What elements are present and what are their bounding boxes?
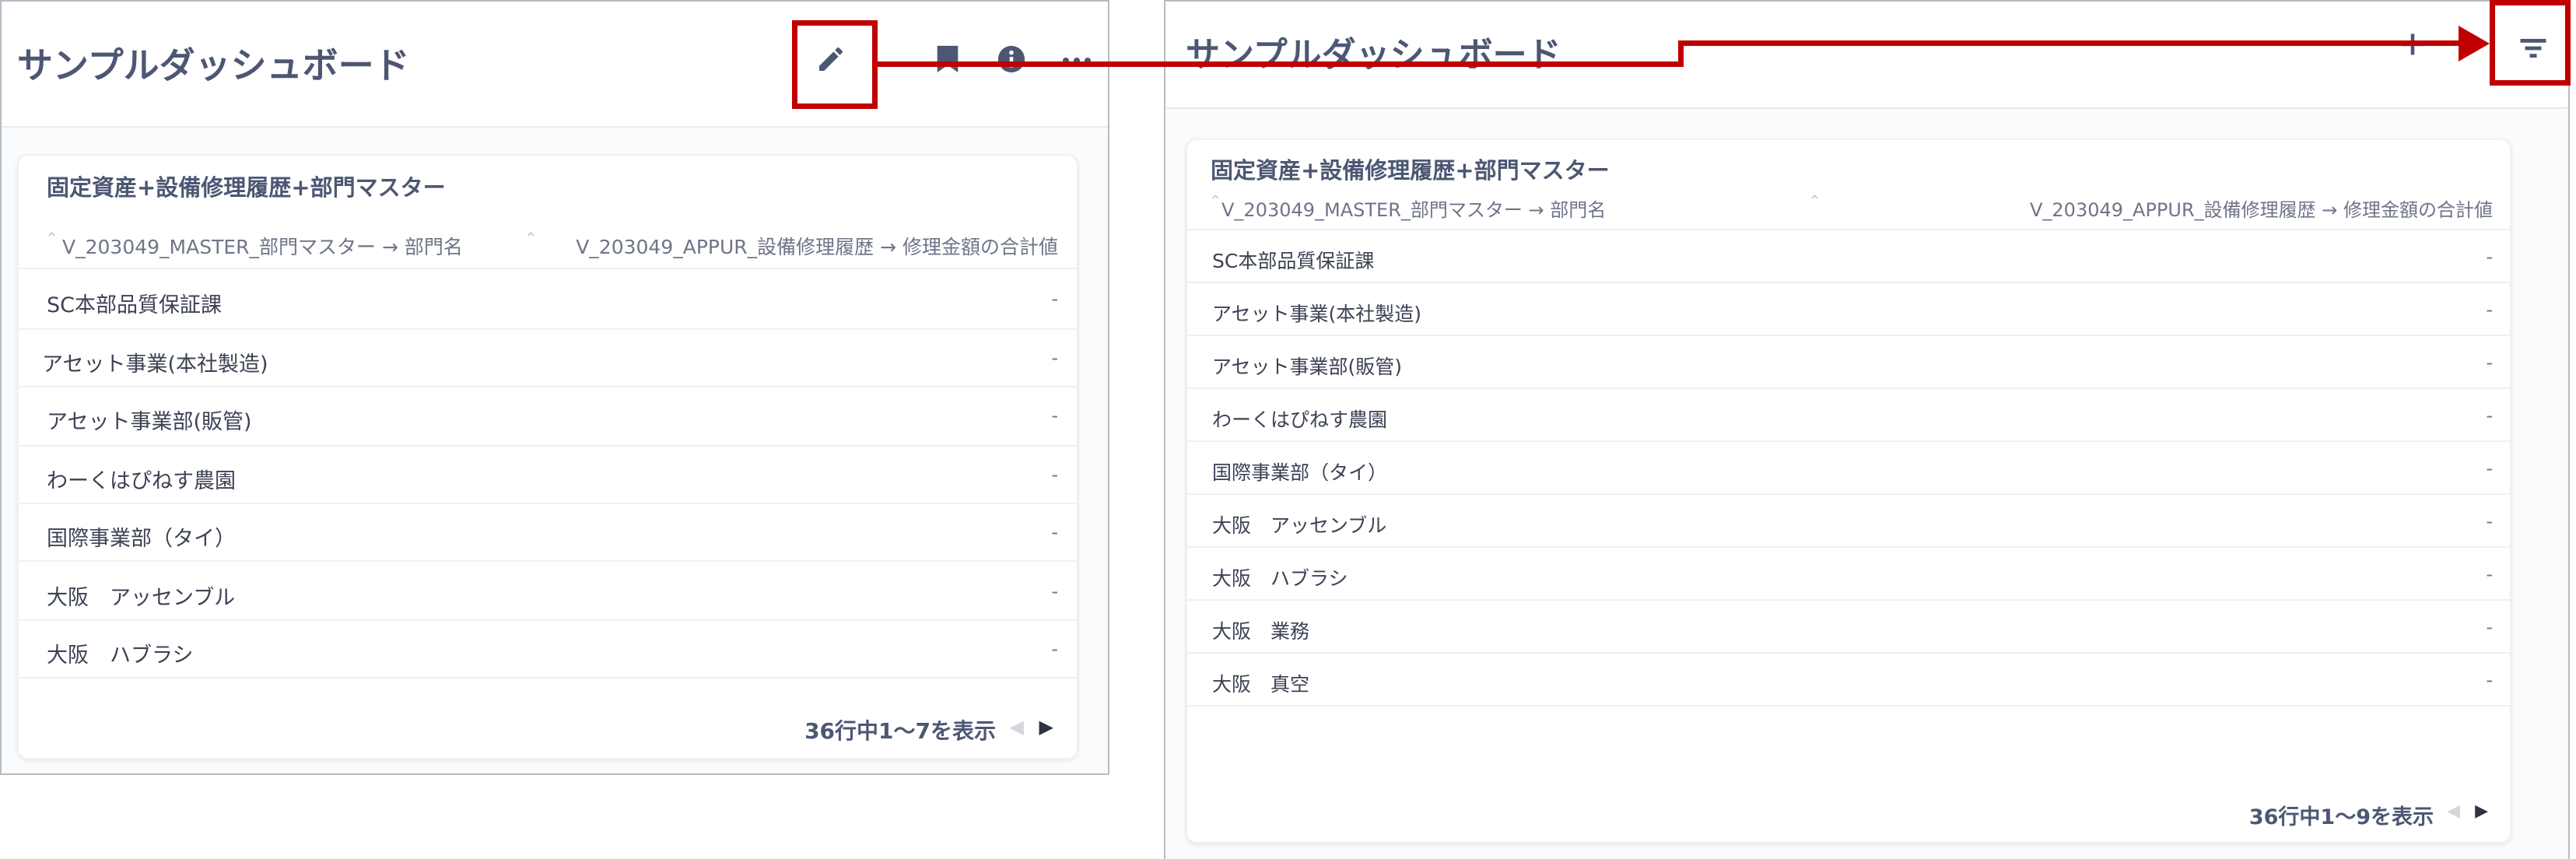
sort-chevron-icon[interactable]: ⌃ (1808, 191, 1821, 210)
row-label: アセット事業部(販管) (47, 410, 252, 434)
row-value: - (2486, 510, 2493, 532)
highlight-box-filter (2490, 0, 2571, 86)
next-page-icon[interactable]: ▶ (1039, 716, 1053, 738)
row-value: - (2486, 563, 2493, 585)
column-header-department[interactable]: V_203049_MASTER_部門マスター → 部門名 (62, 232, 463, 260)
arrow-head-icon (2459, 26, 2490, 61)
row-value: - (2486, 246, 2493, 268)
row-value: - (1051, 288, 1058, 310)
divider (1187, 493, 2510, 495)
divider (19, 386, 1077, 387)
divider (1187, 282, 2510, 283)
divider (1187, 599, 2510, 601)
row-label: 大阪 アッセンブル (1212, 514, 1387, 537)
divider (1187, 652, 2510, 654)
more-button[interactable] (1057, 40, 1097, 78)
row-label: 国際事業部（タイ） (1212, 461, 1388, 484)
row-value: - (1051, 521, 1058, 543)
card-title[interactable]: 固定資産+設備修理履歴+部門マスター (47, 170, 446, 202)
row-label: アセット事業(本社製造) (1212, 303, 1422, 325)
row-label: 大阪 ハブラシ (1212, 567, 1348, 590)
row-value: - (2486, 458, 2493, 479)
row-label: 国際事業部（タイ） (47, 527, 236, 551)
divider (19, 677, 1077, 678)
pagination-text: 36行中1〜9を表示 (2248, 805, 2434, 829)
row-value: - (2486, 669, 2493, 691)
highlight-box-edit (792, 20, 878, 109)
divider (1187, 440, 2510, 442)
info-button[interactable] (993, 40, 1030, 78)
sort-chevron-icon[interactable]: ⌃ (45, 229, 58, 247)
row-value: - (1051, 638, 1058, 660)
row-label: SC本部品質保証課 (47, 293, 222, 317)
table-card: 固定資産+設備修理履歴+部門マスター ⌃ V_203049_MASTER_部門マ… (1186, 138, 2511, 843)
row-label: SC本部品質保証課 (1212, 250, 1375, 272)
divider (19, 503, 1077, 504)
row-value: - (1051, 347, 1058, 369)
row-value: - (2486, 299, 2493, 321)
row-label: アセット事業(本社製造) (42, 352, 268, 377)
next-page-icon[interactable]: ▶ (2475, 801, 2488, 821)
pagination-text: 36行中1〜7を表示 (804, 718, 996, 744)
divider (1187, 705, 2510, 706)
divider (19, 328, 1077, 330)
dashboard-header: サンプルダッシュボード (1165, 2, 2568, 109)
dashboard-title: サンプルダッシュボード (1186, 35, 1561, 75)
divider (1187, 387, 2510, 389)
divider (19, 619, 1077, 621)
info-icon (997, 45, 1025, 73)
dashboard-panel-before: サンプルダッシュボード 固定資産+設備修理履歴+部門マスター ⌃ V_20304… (0, 0, 1109, 775)
divider (1187, 229, 2510, 230)
dashboard-panel-after: サンプルダッシュボード 固定資産+設備修理履歴+部門マスター ⌃ V_20304… (1164, 0, 2570, 859)
sort-chevron-icon[interactable]: ⌃ (524, 229, 538, 247)
row-value: - (2486, 352, 2493, 373)
sort-chevron-icon[interactable]: ⌃ (1209, 191, 1222, 210)
row-value: - (1051, 405, 1058, 426)
column-header-department[interactable]: V_203049_MASTER_部門マスター → 部門名 (1221, 195, 1606, 222)
row-label: 大阪 業務 (1212, 620, 1310, 643)
dashboard-title: サンプルダッシュボード (17, 44, 410, 86)
column-header-repair-sum[interactable]: V_203049_APPUR_設備修理履歴 → 修理金額の合計値 (2030, 195, 2493, 222)
divider (1187, 546, 2510, 548)
card-title[interactable]: 固定資産+設備修理履歴+部門マスター (1211, 153, 1610, 185)
row-value: - (1051, 464, 1058, 486)
bookmark-button[interactable] (929, 40, 966, 78)
divider (1187, 335, 2510, 336)
prev-page-icon[interactable]: ◀ (2447, 801, 2460, 821)
row-value: - (2486, 405, 2493, 426)
row-label: アセット事業部(販管) (1212, 356, 1403, 378)
arrow-segment (1678, 40, 2464, 46)
divider (19, 268, 1077, 269)
prev-page-icon[interactable]: ◀ (1010, 716, 1024, 738)
row-label: わーくはぴねす農園 (47, 469, 236, 493)
row-label: 大阪 アッセンブル (47, 586, 236, 610)
column-header-repair-sum[interactable]: V_203049_APPUR_設備修理履歴 → 修理金額の合計値 (576, 232, 1058, 260)
row-label: わーくはぴねす農園 (1212, 408, 1388, 431)
table-card: 固定資産+設備修理履歴+部門マスター ⌃ V_203049_MASTER_部門マ… (17, 154, 1078, 759)
row-label: 大阪 ハブラシ (47, 643, 194, 668)
arrow-segment (878, 61, 1684, 67)
row-value: - (1051, 580, 1058, 602)
row-label: 大阪 真空 (1212, 673, 1310, 696)
divider (19, 445, 1077, 447)
bookmark-icon (937, 45, 959, 73)
row-value: - (2486, 616, 2493, 638)
divider (19, 560, 1077, 562)
